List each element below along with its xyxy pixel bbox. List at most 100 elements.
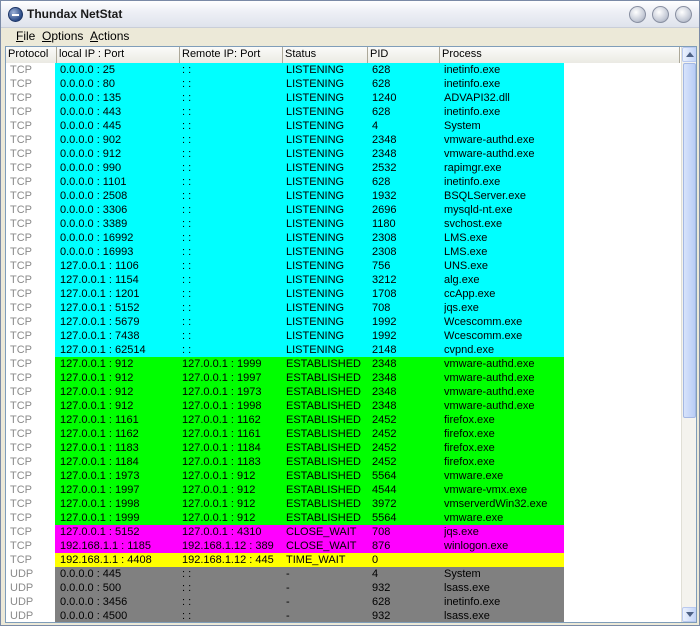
- cell-process: svchost.exe: [444, 218, 503, 230]
- menu-options-label: ptions: [51, 29, 84, 43]
- table-row[interactable]: TCP 127.0.0.1 : 5152: : LISTENING 708 jqs.ex…: [6, 301, 680, 315]
- cell-protocol: TCP: [6, 357, 55, 371]
- table-row[interactable]: TCP 0.0.0.0 : 1101: : LISTENING 628 inetinfo…: [6, 175, 680, 189]
- cell-local: 0.0.0.0 : 445: [60, 568, 122, 580]
- cell-status: ESTABLISHED: [286, 442, 361, 454]
- table-row[interactable]: TCP 127.0.0.1 : 912 127.0.0.1 : 1997 ESTABL…: [6, 371, 680, 385]
- connections-list[interactable]: Protocol local IP : Port Remote IP: Port…: [5, 46, 697, 623]
- cell-protocol: TCP: [6, 273, 55, 287]
- cell-process: vmware.exe: [444, 512, 504, 524]
- table-row[interactable]: TCP 0.0.0.0 : 3389: : LISTENING 1180 svchost…: [6, 217, 680, 231]
- cell-local: 127.0.0.1 : 1998: [60, 498, 140, 510]
- app-globe-icon: [8, 7, 23, 22]
- table-row[interactable]: TCP 0.0.0.0 : 912: : LISTENING 2348 vmware-a…: [6, 147, 680, 161]
- table-row[interactable]: TCP 127.0.0.1 : 1106: : LISTENING 756 UNS.ex…: [6, 259, 680, 273]
- table-row[interactable]: TCP 0.0.0.0 : 16992: : LISTENING 2308 LMS.ex…: [6, 231, 680, 245]
- table-row[interactable]: TCP 0.0.0.0 : 2508: : LISTENING 1932 BSQLSer…: [6, 189, 680, 203]
- cell-protocol: TCP: [6, 217, 55, 231]
- table-row[interactable]: TCP 127.0.0.1 : 912 127.0.0.1 : 1999 ESTABL…: [6, 357, 680, 371]
- column-header-status[interactable]: Status: [283, 47, 368, 63]
- cell-status: LISTENING: [286, 106, 345, 118]
- minimize-button[interactable]: [629, 6, 646, 23]
- table-row[interactable]: TCP 0.0.0.0 : 443: : LISTENING 628 inetinfo.…: [6, 105, 680, 119]
- table-row[interactable]: TCP 127.0.0.1 : 1201: : LISTENING 1708 ccApp…: [6, 287, 680, 301]
- close-button[interactable]: [675, 6, 692, 23]
- column-header-protocol[interactable]: Protocol: [6, 47, 57, 63]
- cell-status: LISTENING: [286, 232, 345, 244]
- cell-process: BSQLServer.exe: [444, 190, 526, 202]
- cell-status: CLOSE_WAIT: [286, 540, 357, 552]
- cell-remote: 127.0.0.1 : 912: [182, 470, 256, 482]
- cell-protocol: TCP: [6, 133, 55, 147]
- cell-protocol: TCP: [6, 259, 55, 273]
- table-row[interactable]: TCP 0.0.0.0 : 25: : LISTENING 628 inetinfo.e…: [6, 63, 680, 77]
- cell-protocol: TCP: [6, 231, 55, 245]
- table-row[interactable]: TCP 0.0.0.0 : 445: : LISTENING 4 System: [6, 119, 680, 133]
- cell-process: vmware-authd.exe: [444, 400, 535, 412]
- cell-process: mysqld-nt.exe: [444, 204, 513, 216]
- cell-local: 0.0.0.0 : 990: [60, 162, 122, 174]
- maximize-button[interactable]: [652, 6, 669, 23]
- cell-remote: : :: [182, 596, 192, 608]
- table-row[interactable]: UDP 0.0.0.0 : 445: : - 4 System: [6, 567, 680, 581]
- cell-process: System: [444, 568, 481, 580]
- table-row[interactable]: TCP 127.0.0.1 : 5679: : LISTENING 1992 Wcesc…: [6, 315, 680, 329]
- column-header-pid[interactable]: PID: [368, 47, 440, 63]
- scroll-down-button[interactable]: [682, 607, 696, 622]
- scroll-up-button[interactable]: [682, 47, 696, 62]
- table-row[interactable]: TCP 127.0.0.1 : 912 127.0.0.1 : 1998 ESTABL…: [6, 399, 680, 413]
- column-header-remote[interactable]: Remote IP: Port: [180, 47, 283, 63]
- cell-protocol: TCP: [6, 63, 55, 77]
- table-row[interactable]: TCP 192.168.1.1 : 4408 192.168.1.12 : 445 T…: [6, 553, 680, 567]
- menu-file[interactable]: File: [15, 29, 36, 44]
- table-row[interactable]: TCP 127.0.0.1 : 62514: : LISTENING 2148 cvpn…: [6, 343, 680, 357]
- cell-local: 0.0.0.0 : 902: [60, 134, 122, 146]
- table-row[interactable]: TCP 127.0.0.1 : 1183 127.0.0.1 : 1184 ESTAB…: [6, 441, 680, 455]
- cell-protocol: TCP: [6, 77, 55, 91]
- cell-protocol: TCP: [6, 301, 55, 315]
- table-row[interactable]: TCP 127.0.0.1 : 7438: : LISTENING 1992 Wcesc…: [6, 329, 680, 343]
- menu-actions[interactable]: Actions: [89, 29, 130, 44]
- cell-pid: 1992: [372, 316, 397, 328]
- cell-remote: : :: [182, 568, 192, 580]
- table-row[interactable]: TCP 127.0.0.1 : 1154: : LISTENING 3212 alg.e…: [6, 273, 680, 287]
- cell-status: -: [286, 596, 290, 608]
- cell-protocol: TCP: [6, 105, 55, 119]
- column-header-process[interactable]: Process: [440, 47, 680, 63]
- table-row[interactable]: TCP 0.0.0.0 : 16993: : LISTENING 2308 LMS.ex…: [6, 245, 680, 259]
- cell-status: LISTENING: [286, 330, 345, 342]
- cell-process: cvpnd.exe: [444, 344, 495, 356]
- table-row[interactable]: TCP 0.0.0.0 : 135: : LISTENING 1240 ADVAPI32…: [6, 91, 680, 105]
- table-row[interactable]: TCP 127.0.0.1 : 1973 127.0.0.1 : 912 ESTABL…: [6, 469, 680, 483]
- column-header-local[interactable]: local IP : Port: [57, 47, 180, 63]
- cell-remote: : :: [182, 288, 192, 300]
- table-row[interactable]: UDP 0.0.0.0 : 3456: : - 628 inetinfo.exe: [6, 595, 680, 609]
- table-row[interactable]: TCP 0.0.0.0 : 80: : LISTENING 628 inetinfo.e…: [6, 77, 680, 91]
- table-row[interactable]: TCP 127.0.0.1 : 912 127.0.0.1 : 1973 ESTABL…: [6, 385, 680, 399]
- table-row[interactable]: TCP 127.0.0.1 : 1999 127.0.0.1 : 912 ESTABL…: [6, 511, 680, 525]
- table-row[interactable]: TCP 127.0.0.1 : 1184 127.0.0.1 : 1183 ESTAB…: [6, 455, 680, 469]
- cell-remote: : :: [182, 330, 192, 342]
- menu-options[interactable]: Options: [41, 29, 84, 44]
- cell-protocol: TCP: [6, 119, 55, 133]
- cell-process: inetinfo.exe: [444, 596, 501, 608]
- table-row[interactable]: TCP 127.0.0.1 : 5152 127.0.0.1 : 4310 CLOSE…: [6, 525, 680, 539]
- table-row[interactable]: UDP 0.0.0.0 : 500: : - 932 lsass.exe: [6, 581, 680, 595]
- table-row[interactable]: TCP 127.0.0.1 : 1161 127.0.0.1 : 1162 ESTAB…: [6, 413, 680, 427]
- cell-status: LISTENING: [286, 288, 345, 300]
- table-row[interactable]: TCP 127.0.0.1 : 1997 127.0.0.1 : 912 ESTABL…: [6, 483, 680, 497]
- table-row[interactable]: TCP 127.0.0.1 : 1162 127.0.0.1 : 1161 ESTAB…: [6, 427, 680, 441]
- scroll-thumb[interactable]: [683, 63, 696, 418]
- cell-pid: 628: [372, 64, 391, 76]
- table-row[interactable]: UDP 0.0.0.0 : 4500: : - 932 lsass.exe: [6, 609, 680, 622]
- table-row[interactable]: TCP 0.0.0.0 : 990: : LISTENING 2532 rapimgr.…: [6, 161, 680, 175]
- table-row[interactable]: TCP 127.0.0.1 : 1998 127.0.0.1 : 912 ESTABL…: [6, 497, 680, 511]
- vertical-scrollbar[interactable]: [681, 47, 696, 622]
- title-bar[interactable]: Thundax NetStat: [1, 1, 699, 28]
- app-window: Thundax NetStat File Options Actions Pro…: [0, 0, 700, 626]
- table-row[interactable]: TCP 192.168.1.1 : 1185 192.168.1.12 : 389 C…: [6, 539, 680, 553]
- table-row[interactable]: TCP 0.0.0.0 : 902: : LISTENING 2348 vmware-a…: [6, 133, 680, 147]
- table-row[interactable]: TCP 0.0.0.0 : 3306: : LISTENING 2696 mysqld-…: [6, 203, 680, 217]
- cell-protocol: TCP: [6, 287, 55, 301]
- cell-pid: 932: [372, 582, 391, 594]
